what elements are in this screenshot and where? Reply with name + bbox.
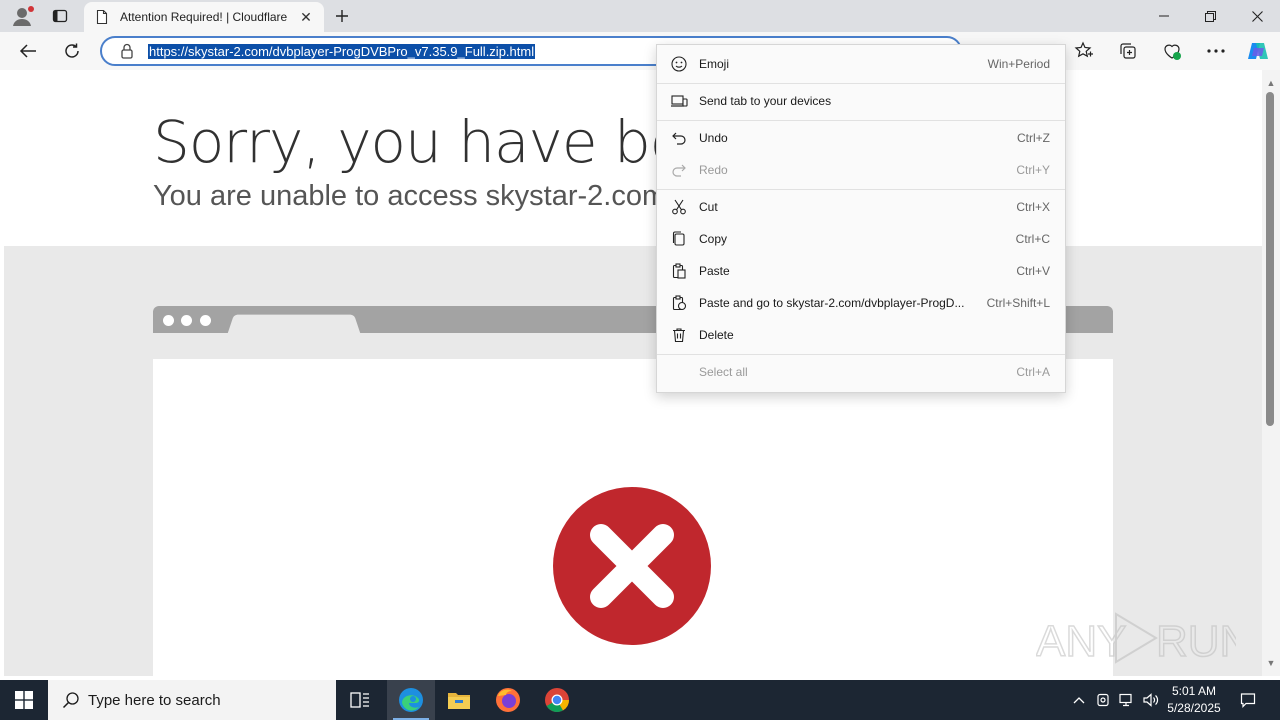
copilot-icon[interactable] bbox=[1244, 37, 1272, 65]
paste-go-icon bbox=[669, 293, 689, 313]
tab-close-icon[interactable]: ✕ bbox=[298, 9, 314, 25]
scroll-up-icon[interactable]: ▲ bbox=[1266, 78, 1276, 88]
more-options-icon[interactable] bbox=[1202, 37, 1230, 65]
emoji-icon bbox=[669, 54, 689, 74]
menu-item-cut[interactable]: Cut Ctrl+X bbox=[657, 191, 1065, 223]
menu-item-copy[interactable]: Copy Ctrl+C bbox=[657, 223, 1065, 255]
undo-icon bbox=[669, 128, 689, 148]
error-x-icon bbox=[553, 487, 711, 645]
chrome-icon[interactable] bbox=[533, 680, 581, 720]
clock-date: 5/28/2025 bbox=[1167, 701, 1221, 715]
menu-item-select-all[interactable]: Select all Ctrl+A bbox=[657, 356, 1065, 388]
clock-time: 5:01 AM bbox=[1171, 684, 1217, 698]
menu-item-redo[interactable]: Redo Ctrl+Y bbox=[657, 154, 1065, 186]
favorites-icon[interactable] bbox=[1070, 37, 1098, 65]
vertical-scrollbar[interactable]: ▲ ▼ bbox=[1262, 70, 1280, 676]
illustration-dot bbox=[181, 315, 192, 326]
error-header: Sorry, you have been blocked You are una… bbox=[4, 70, 1262, 246]
menu-separator bbox=[657, 189, 1065, 190]
menu-separator bbox=[657, 354, 1065, 355]
copy-icon bbox=[669, 229, 689, 249]
tray-chevron-icon[interactable] bbox=[1068, 680, 1090, 720]
scissors-icon bbox=[669, 197, 689, 217]
volume-icon[interactable] bbox=[1140, 680, 1162, 720]
menu-item-paste[interactable]: Paste Ctrl+V bbox=[657, 255, 1065, 287]
page-content: Sorry, you have been blocked You are una… bbox=[4, 70, 1262, 676]
taskbar: Type here to search 5:01 AM 5/28/2025 bbox=[0, 680, 1280, 720]
context-menu: Emoji Win+Period Send tab to your device… bbox=[656, 44, 1066, 393]
menu-separator bbox=[657, 120, 1065, 121]
illustration-dot bbox=[200, 315, 211, 326]
menu-item-send-tab[interactable]: Send tab to your devices bbox=[657, 85, 1065, 117]
title-bar: Attention Required! | Cloudflare ✕ bbox=[0, 0, 1280, 32]
paste-icon bbox=[669, 261, 689, 281]
active-tab[interactable]: Attention Required! | Cloudflare ✕ bbox=[84, 2, 324, 32]
file-explorer-icon[interactable] bbox=[435, 680, 483, 720]
lock-icon[interactable] bbox=[118, 42, 136, 60]
taskbar-search-box[interactable]: Type here to search bbox=[48, 680, 336, 720]
trash-icon bbox=[669, 325, 689, 345]
menu-item-delete[interactable]: Delete bbox=[657, 319, 1065, 351]
anyrun-watermark: ANY RUN bbox=[1036, 612, 1236, 667]
edge-taskbar-icon[interactable] bbox=[387, 680, 435, 720]
minimize-button[interactable] bbox=[1141, 0, 1187, 32]
url-text[interactable]: https://skystar-2.com/dvbplayer-ProgDVBP… bbox=[148, 43, 536, 59]
taskbar-clock[interactable]: 5:01 AM 5/28/2025 bbox=[1160, 683, 1228, 717]
browser-toolbar: https://skystar-2.com/dvbplayer-ProgDVBP… bbox=[0, 32, 1280, 70]
scroll-thumb[interactable] bbox=[1266, 92, 1274, 426]
illustration-dot bbox=[163, 315, 174, 326]
tab-title: Attention Required! | Cloudflare bbox=[120, 10, 288, 24]
tab-actions-icon[interactable] bbox=[46, 4, 74, 28]
restore-button[interactable] bbox=[1187, 0, 1233, 32]
page-icon bbox=[94, 9, 110, 25]
page-subtitle: You are unable to access skystar-2.com bbox=[153, 180, 667, 212]
scroll-down-icon[interactable]: ▼ bbox=[1266, 658, 1276, 668]
browser-illustration-body bbox=[153, 359, 1113, 676]
search-icon bbox=[62, 691, 80, 709]
firefox-icon[interactable] bbox=[484, 680, 532, 720]
devices-icon bbox=[669, 91, 689, 111]
collections-icon[interactable] bbox=[1114, 37, 1142, 65]
task-view-icon[interactable] bbox=[336, 680, 384, 720]
device-tray-icon[interactable] bbox=[1093, 680, 1113, 720]
close-window-button[interactable] bbox=[1234, 0, 1280, 32]
menu-item-paste-and-go[interactable]: Paste and go to skystar-2.com/dvbplayer-… bbox=[657, 287, 1065, 319]
menu-item-undo[interactable]: Undo Ctrl+Z bbox=[657, 122, 1065, 154]
new-tab-button[interactable] bbox=[330, 4, 354, 28]
menu-item-emoji[interactable]: Emoji Win+Period bbox=[657, 48, 1065, 80]
windows-start-icon[interactable] bbox=[0, 680, 48, 720]
illustration-tab bbox=[227, 314, 361, 334]
svg-text:RUN: RUN bbox=[1156, 617, 1236, 666]
refresh-button[interactable] bbox=[58, 37, 86, 65]
profile-icon[interactable] bbox=[8, 4, 36, 28]
svg-text:ANY: ANY bbox=[1036, 617, 1126, 666]
redo-icon bbox=[669, 160, 689, 180]
browser-essentials-icon[interactable] bbox=[1158, 37, 1186, 65]
back-button[interactable] bbox=[14, 37, 42, 65]
search-placeholder: Type here to search bbox=[88, 691, 221, 709]
network-icon[interactable] bbox=[1116, 680, 1138, 720]
notifications-icon[interactable] bbox=[1236, 680, 1260, 720]
menu-separator bbox=[657, 83, 1065, 84]
